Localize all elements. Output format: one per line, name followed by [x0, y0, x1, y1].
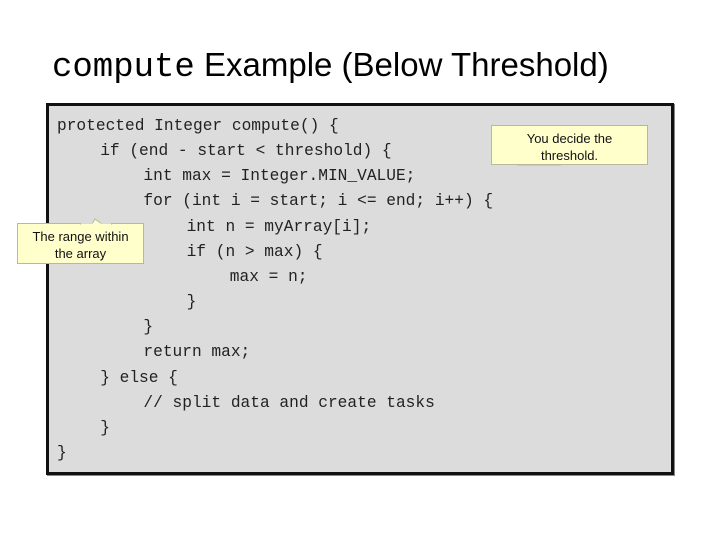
- threshold-callout-line2: threshold.: [540, 148, 599, 163]
- code-line: int max = Integer.MIN_VALUE;: [143, 167, 416, 186]
- threshold-callout-line1: You decide the: [526, 131, 613, 146]
- code-line: // split data and create tasks: [143, 393, 435, 412]
- range-callout-line1: The range within: [32, 229, 129, 244]
- code-line: int n = myArray[i];: [186, 217, 372, 236]
- code-line: }: [143, 318, 154, 337]
- threshold-callout: You decide the threshold.: [491, 125, 648, 165]
- slide-title-code: compute: [52, 49, 195, 87]
- code-line: max = n;: [229, 267, 308, 286]
- code-line: }: [100, 418, 110, 437]
- code-line: if (n > max) {: [186, 242, 323, 261]
- code-line: } else {: [100, 368, 178, 387]
- code-line: for (int i = start; i <= end; i++) {: [143, 192, 494, 211]
- range-callout-line2: the array: [54, 246, 107, 261]
- code-line: protected Integer compute() {: [57, 117, 339, 135]
- range-callout-tail: [80, 218, 112, 226]
- code-line: return max;: [143, 343, 251, 362]
- slide-title: compute Example (Below Threshold): [52, 46, 609, 98]
- range-callout: The range within the array: [17, 223, 144, 264]
- code-line: if (end - start < threshold) {: [100, 142, 392, 161]
- slide-title-text: Example (Below Threshold): [194, 46, 609, 83]
- code-line: }: [57, 443, 67, 462]
- code-line: }: [186, 293, 197, 312]
